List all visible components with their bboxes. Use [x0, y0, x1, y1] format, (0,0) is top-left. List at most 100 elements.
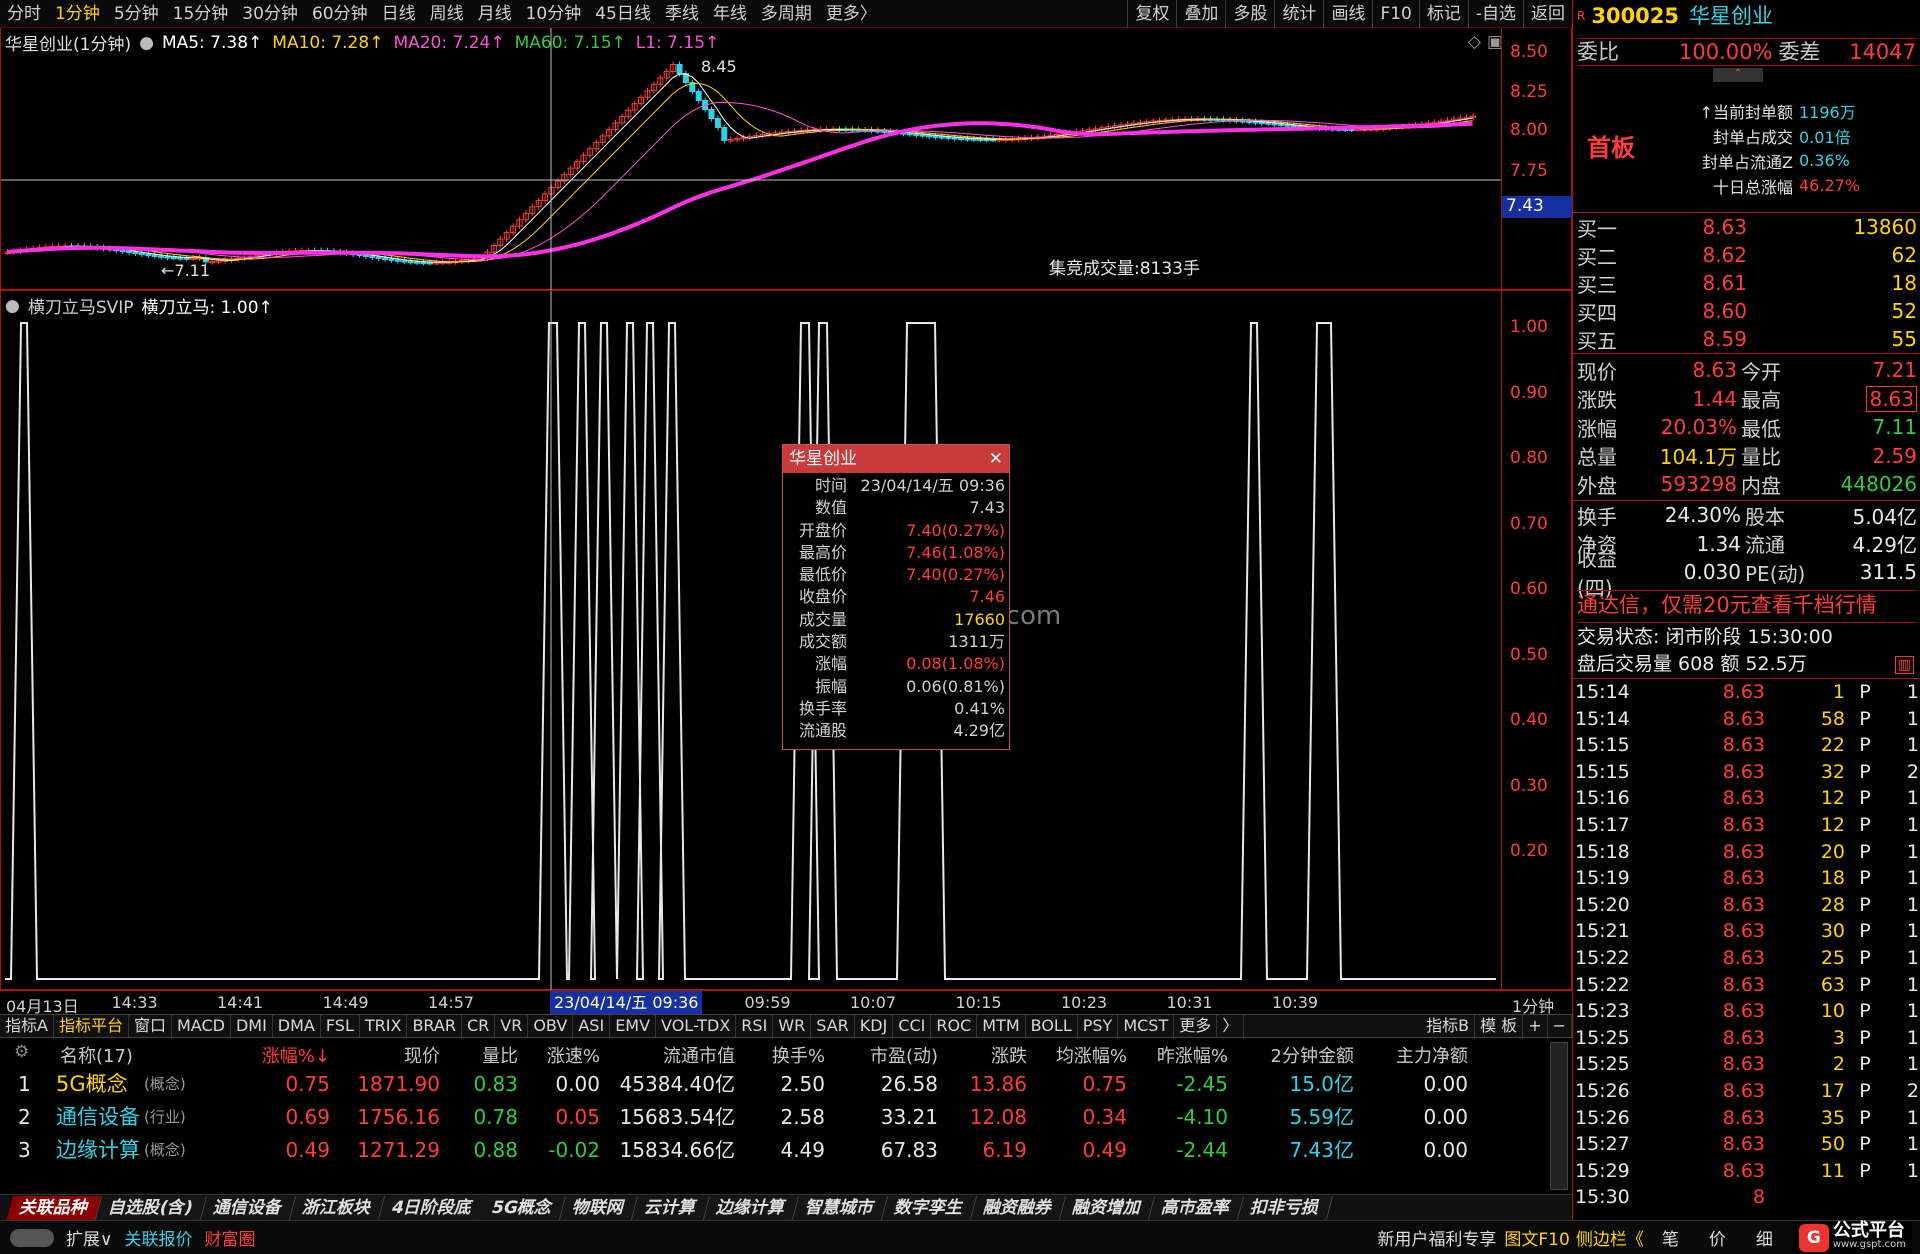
toolbar-action[interactable]: 叠加: [1176, 0, 1225, 28]
indicator-tab[interactable]: DMI: [231, 1015, 273, 1037]
indicator-tab[interactable]: FSL: [321, 1015, 360, 1037]
toolbar-action[interactable]: 复权: [1127, 0, 1176, 28]
indicator-tab[interactable]: BOLL: [1026, 1015, 1078, 1037]
relation-tab[interactable]: 自选股(含): [95, 1195, 207, 1220]
period-tab[interactable]: 年线: [706, 0, 754, 28]
bid-row[interactable]: 买三 8.61 18: [1573, 269, 1920, 297]
relation-tab[interactable]: 融资融券: [970, 1195, 1067, 1220]
tab-trades[interactable]: 笔: [1662, 1225, 1679, 1250]
new-user-link[interactable]: 新用户福利专享: [1377, 1225, 1496, 1250]
bar-info-popup[interactable]: 华星创业 ✕ 时间 23/04/14/五 09:36 数值 7.43 开盘价 7.40(0…: [782, 444, 1010, 750]
toolbar-action[interactable]: -自选: [1467, 0, 1523, 28]
indicator-tab[interactable]: SAR: [811, 1015, 855, 1037]
expand-button[interactable]: 扩展∨: [66, 1225, 112, 1250]
indicator-tab[interactable]: RSI: [736, 1015, 774, 1037]
table-row[interactable]: 1 5G概念 (概念) 0.75 1871.90 0.83 0.00 45384.40亿 2.5…: [0, 1068, 1550, 1101]
period-tab[interactable]: 30分钟: [235, 0, 305, 28]
column-header[interactable]: 昨涨幅%: [1118, 1042, 1228, 1068]
period-tab[interactable]: 更多〉: [819, 0, 884, 28]
relation-tab[interactable]: 融资增加: [1059, 1195, 1156, 1220]
relation-tab[interactable]: 数字孪生: [881, 1195, 978, 1220]
bid-row[interactable]: 买四 8.60 52: [1573, 297, 1920, 325]
relation-tab[interactable]: 云计算: [631, 1195, 711, 1220]
indicator-tab-action[interactable]: 指标B: [1421, 1015, 1476, 1037]
relation-tab[interactable]: 浙江板块: [289, 1195, 385, 1220]
toolbar-action[interactable]: 画线: [1323, 0, 1372, 28]
indicator-tab[interactable]: DMA: [273, 1015, 321, 1037]
toolbar-action[interactable]: 统计: [1274, 0, 1323, 28]
indicator-tab[interactable]: MTM: [977, 1015, 1026, 1037]
kline-chart-panel[interactable]: 华星创业(1分钟) ● MA5: 7.38↑ MA10: 7.28↑ MA20: 7…: [0, 28, 1572, 290]
relation-tab[interactable]: 关联品种: [6, 1195, 103, 1220]
indicator-tab[interactable]: MACD: [172, 1015, 231, 1037]
relation-tab[interactable]: 高市盈率: [1148, 1195, 1245, 1220]
indicator-tab[interactable]: CR: [462, 1015, 496, 1037]
period-tab[interactable]: 日线: [375, 0, 423, 28]
period-tab[interactable]: 15分钟: [166, 0, 236, 28]
indicator-tab[interactable]: 更多: [1174, 1015, 1218, 1037]
period-tab[interactable]: 分时: [0, 0, 48, 28]
bid-row[interactable]: 买二 8.62 62: [1573, 241, 1920, 269]
relation-tab[interactable]: 物联网: [559, 1195, 639, 1220]
relation-tab[interactable]: 智慧城市: [792, 1195, 889, 1220]
f10-link[interactable]: 图文F10: [1504, 1225, 1569, 1250]
relation-tab[interactable]: 4日阶段底: [378, 1195, 486, 1220]
period-tab[interactable]: 1分钟: [48, 0, 107, 28]
column-header[interactable]: 均涨幅%: [1017, 1042, 1127, 1068]
toolbar-action[interactable]: F10: [1372, 0, 1418, 28]
tab-details[interactable]: 细: [1756, 1225, 1773, 1250]
indicator-tab[interactable]: MCST: [1118, 1015, 1175, 1037]
indicator-tab[interactable]: VOL-TDX: [656, 1015, 737, 1037]
period-tab[interactable]: 月线: [471, 0, 519, 28]
relation-tab[interactable]: 扣非亏损: [1237, 1195, 1334, 1220]
indicator-tab[interactable]: WR: [773, 1015, 812, 1037]
indicator-tab-action[interactable]: +: [1523, 1015, 1548, 1037]
indicator-tab[interactable]: KDJ: [855, 1015, 894, 1037]
indicator-tab[interactable]: CCI: [893, 1015, 932, 1037]
column-header[interactable]: 涨速%: [490, 1042, 600, 1068]
toolbar-action[interactable]: 返回: [1523, 0, 1572, 28]
close-icon[interactable]: ✕: [989, 445, 1003, 473]
table-row[interactable]: 3 边缘计算 (概念) 0.49 1271.29 0.88 -0.02 15834.66亿 4.…: [0, 1134, 1550, 1167]
indicator-tab[interactable]: ASI: [573, 1015, 611, 1037]
toolbar-action[interactable]: 多股: [1225, 0, 1274, 28]
indicator-tab[interactable]: EMV: [610, 1015, 657, 1037]
indicator-tab[interactable]: VR: [495, 1015, 529, 1037]
relation-tab[interactable]: 边缘计算: [703, 1195, 800, 1220]
period-tab[interactable]: 季线: [658, 0, 706, 28]
toggle-switch[interactable]: [10, 1228, 54, 1247]
period-tab[interactable]: 60分钟: [305, 0, 375, 28]
indicator-tab[interactable]: BRAR: [407, 1015, 462, 1037]
period-tab[interactable]: 周线: [423, 0, 471, 28]
column-header[interactable]: 主力净额: [1358, 1042, 1468, 1068]
relation-tab[interactable]: 通信设备: [200, 1195, 296, 1220]
collapse-icon[interactable]: ⌃: [1713, 68, 1763, 82]
relation-tab[interactable]: 5G概念: [479, 1195, 567, 1220]
bid-row[interactable]: 买一 8.63 13860: [1573, 213, 1920, 241]
column-header[interactable]: 涨跌: [917, 1042, 1027, 1068]
period-tab[interactable]: 45日线: [588, 0, 658, 28]
indicator-tab[interactable]: 指标平台: [54, 1015, 129, 1037]
indicator-tab[interactable]: ROC: [931, 1015, 978, 1037]
period-tab[interactable]: 多周期: [754, 0, 819, 28]
indicator-tab[interactable]: 指标A: [0, 1015, 54, 1037]
indicator-tab[interactable]: TRIX: [360, 1015, 408, 1037]
column-header[interactable]: 涨幅%↓: [220, 1042, 330, 1068]
related-quote-button[interactable]: 关联报价: [124, 1225, 192, 1250]
chart-mini-icon[interactable]: ▥: [1894, 656, 1914, 674]
column-header[interactable]: 换手%: [715, 1042, 825, 1068]
period-tab[interactable]: 5分钟: [107, 0, 166, 28]
tab-prices[interactable]: 价: [1709, 1225, 1726, 1250]
settings-icon[interactable]: ⚙: [14, 1042, 29, 1062]
indicator-tab-action[interactable]: 模 板: [1475, 1015, 1524, 1037]
indicator-tab[interactable]: OBV: [528, 1015, 574, 1037]
column-header[interactable]: 名称(17): [60, 1042, 133, 1068]
period-tab[interactable]: 10分钟: [519, 0, 589, 28]
bid-row[interactable]: 买五 8.59 55: [1573, 325, 1920, 353]
indicator-tab[interactable]: 〉: [1217, 1015, 1245, 1037]
indicator-tab[interactable]: 窗口: [129, 1015, 172, 1037]
scrollbar[interactable]: [1550, 1042, 1568, 1190]
indicator-tab[interactable]: PSY: [1078, 1015, 1119, 1037]
table-row[interactable]: 2 通信设备 (行业) 0.69 1756.16 0.78 0.05 15683.54亿 2.5…: [0, 1101, 1550, 1134]
sidebar-toggle[interactable]: 侧边栏《: [1576, 1225, 1644, 1250]
